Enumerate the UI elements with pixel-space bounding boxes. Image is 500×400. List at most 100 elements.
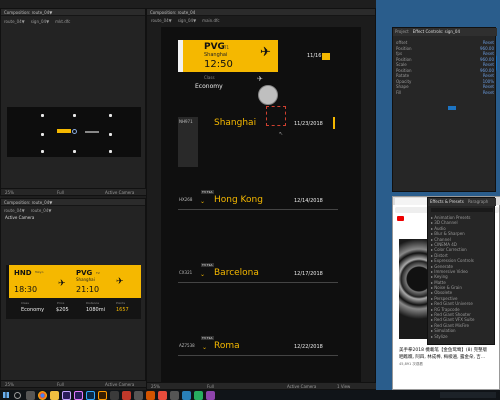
main-comp-canvas[interactable]: PVG T1 Shanghai 12:50 ✈ Class Economy ✈ …	[161, 27, 361, 383]
app-icon[interactable]	[206, 391, 215, 400]
list-item[interactable]: ▸ Stylize	[431, 334, 495, 339]
handle[interactable]	[73, 114, 76, 117]
app-icon[interactable]	[110, 391, 119, 400]
flight-card-preview: HND Tokyo 18:30 ✈ PVG T2 Shanghai 21:10 …	[6, 265, 141, 319]
chevron-down-icon: ⌄	[202, 344, 208, 351]
from-code: HND	[14, 269, 32, 277]
handle[interactable]	[41, 114, 44, 117]
view-count: 45,891 次观看	[399, 362, 423, 366]
terminal: T1	[224, 45, 229, 50]
task-view-icon[interactable]	[26, 391, 35, 400]
null-layer-circle[interactable]	[258, 85, 278, 105]
route-row: T3 T1A CX321 ⌄ Barcelona 12/17/2018	[178, 263, 338, 293]
tab-effect-controls[interactable]: Effect Controls: sign_04	[413, 28, 460, 36]
tab-main[interactable]: mkt.dfc	[55, 19, 70, 24]
price-label: Price	[57, 301, 65, 305]
search-icon[interactable]	[14, 392, 21, 399]
plane-icon-small: ✈	[257, 75, 263, 83]
card-left-bar	[6, 265, 9, 298]
route-date: 11/23/2018	[294, 121, 323, 127]
app-icon[interactable]	[134, 391, 143, 400]
layer-graphic	[57, 129, 71, 133]
tab-paragraph[interactable]: Paragraph	[468, 198, 489, 206]
tab-effects-presets[interactable]: Effects & Presets	[430, 198, 464, 206]
app-icon[interactable]	[158, 391, 167, 400]
route-date: 12/22/2018	[294, 344, 323, 350]
dest-city: Shanghai	[204, 52, 228, 58]
panel-footer: 25% Full Active Camera	[1, 188, 147, 195]
route-city: Roma	[214, 341, 240, 351]
illustrator-icon[interactable]	[98, 391, 107, 400]
chrome-icon[interactable]	[38, 391, 47, 400]
windows-start-icon[interactable]	[3, 392, 9, 398]
system-tray[interactable]	[440, 392, 496, 398]
flight-code: HX268	[179, 197, 193, 202]
class-value: Economy	[195, 83, 223, 90]
handle[interactable]	[41, 150, 44, 153]
video-title-line2: 晒瞧瞧, 阿四, 林成棒, 梅檬遍, 露金朵, 吉…	[399, 355, 486, 360]
anchor-icon[interactable]	[72, 129, 77, 134]
route-date: 12/14/2018	[294, 198, 323, 204]
youtube-logo-icon	[397, 216, 404, 221]
panel-footer: 25% Full Active Camera 1 View	[147, 382, 377, 389]
terminal-badge: T3 T1A	[201, 190, 214, 194]
layer-graphic	[85, 131, 99, 133]
effects-presets-panel: Effects & Presets Paragraph ▸ Animation …	[427, 197, 496, 345]
chevron-down-icon: ⌄	[200, 271, 206, 278]
effects-list: offset Reset Position 960.00 fps Reset Posi…	[396, 40, 494, 95]
handle[interactable]	[109, 114, 112, 117]
terminal-badge: T3 T1A	[201, 263, 214, 267]
handle[interactable]	[73, 150, 76, 153]
app-icon[interactable]	[170, 391, 179, 400]
effect-controls-panel: Project Effect Controls: sign_04 offset R…	[392, 27, 497, 192]
route-city: Barcelona	[214, 268, 259, 278]
tab-project[interactable]: Project	[395, 28, 409, 36]
flight-code: NH971	[179, 119, 193, 124]
tab-route[interactable]: route_04▼	[151, 18, 172, 23]
route-date: 12/17/2018	[294, 271, 323, 277]
points-label: Points	[116, 301, 126, 305]
app-icon[interactable]	[182, 391, 191, 400]
after-effects-icon[interactable]	[62, 391, 71, 400]
to-city: Shanghai	[76, 277, 95, 282]
to-code: PVG	[76, 269, 93, 277]
handle[interactable]	[41, 133, 44, 136]
search-input[interactable]	[431, 208, 493, 212]
tab-main[interactable]: main.dfc	[202, 18, 219, 23]
tab-sign[interactable]: sign_04▼	[31, 19, 49, 24]
app-icon[interactable]	[194, 391, 203, 400]
to-num: T2	[96, 271, 100, 275]
from-sub: Tokyo	[35, 270, 44, 274]
video-title[interactable]: 美手拳2018 機載笔【金鱼鸳鸯】(8) 完整版	[399, 347, 499, 353]
app-icon[interactable]	[122, 391, 131, 400]
from-time: 18:30	[14, 285, 38, 294]
plane-icon-2: ✈	[116, 277, 124, 287]
tab-route-2[interactable]: route_04▼	[31, 208, 52, 213]
plane-icon: ✈	[58, 279, 66, 289]
dest-time: 12:50	[204, 59, 233, 70]
panel-title: Composition: route_04	[147, 9, 375, 16]
comp-canvas[interactable]	[7, 107, 141, 157]
photoshop-icon[interactable]	[86, 391, 95, 400]
date-chip: 11/16	[307, 52, 331, 60]
left-bottom-composition-panel: Composition: route_04▼ route_04▼ route_0…	[0, 198, 147, 388]
app-icon[interactable]	[146, 391, 155, 400]
class-value: Economy	[21, 307, 45, 313]
route-row: NH971 Shanghai 11/23/2018	[178, 117, 335, 167]
premiere-icon[interactable]	[74, 391, 83, 400]
tab-sign[interactable]: sign_04▼	[178, 18, 196, 23]
explorer-icon[interactable]	[50, 391, 59, 400]
chevron-down-icon: ⌄	[200, 198, 206, 205]
route-map-thumb	[178, 117, 198, 167]
tab-route[interactable]: route_04▼	[4, 19, 25, 24]
handle[interactable]	[109, 150, 112, 153]
price-value: $205	[56, 307, 69, 313]
route-city: Shanghai	[214, 118, 257, 128]
points-value: 1657	[116, 307, 129, 313]
to-time: 21:10	[76, 285, 100, 294]
flight-code: AZ7538	[179, 343, 195, 348]
plane-icon: ✈	[260, 45, 271, 60]
tab-route[interactable]: route_04▼	[4, 208, 25, 213]
handle[interactable]	[109, 133, 112, 136]
color-swatch[interactable]	[448, 106, 456, 110]
